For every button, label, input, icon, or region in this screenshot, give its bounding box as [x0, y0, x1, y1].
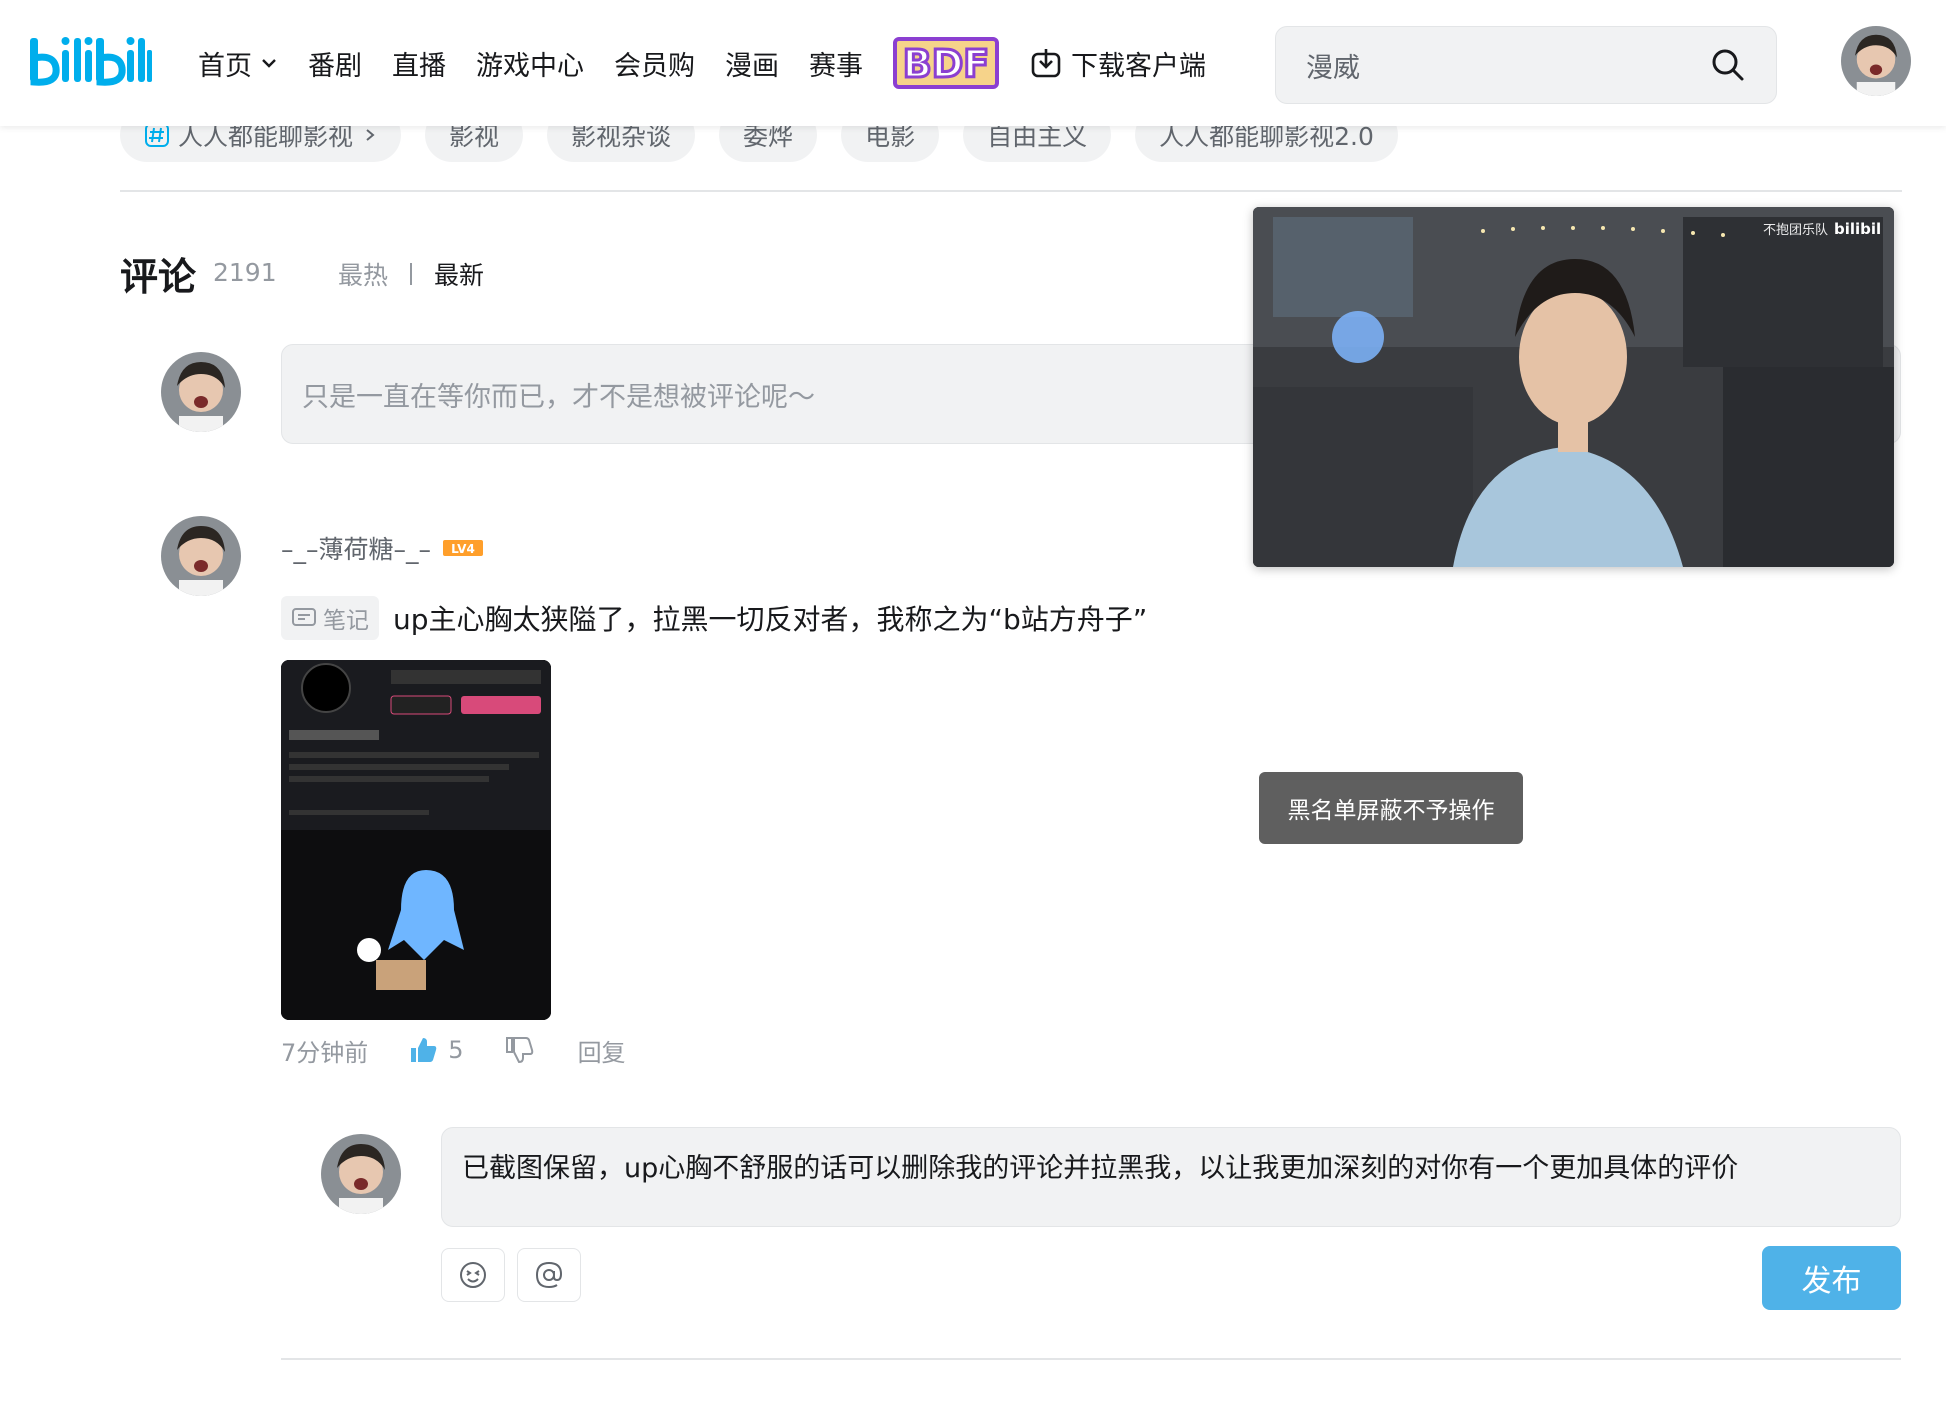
top-header: 首页 番剧 直播 游戏中心 会员购 漫画 赛事 BDF 下载客户端 漫威: [0, 0, 1946, 126]
avatar-image: [161, 516, 241, 596]
nav-item-home[interactable]: 首页: [198, 44, 278, 83]
search-icon[interactable]: [1710, 47, 1746, 83]
mention-button[interactable]: [517, 1248, 581, 1302]
username-text: –_–薄荷糖–_–: [281, 535, 432, 564]
chevron-right-icon: [366, 129, 375, 141]
nav-item-live[interactable]: 直播: [392, 44, 446, 83]
comment-screenshot: [281, 660, 551, 1020]
comments-title: 评论: [120, 255, 197, 299]
reply-input[interactable]: 已截图保留，up心胸不舒服的话可以删除我的评论并拉黑我，以让我更加深刻的对你有一…: [441, 1127, 1901, 1227]
video-watermark: 不抱团乐队 bilibili: [1763, 217, 1882, 239]
comment-divider: [281, 1358, 1901, 1360]
level-badge: LV4: [443, 540, 484, 556]
nav-item-mall[interactable]: 会员购: [614, 44, 695, 83]
download-icon: [1031, 49, 1061, 78]
mini-video-player[interactable]: 不抱团乐队 bilibili: [1253, 207, 1894, 567]
emoji-button[interactable]: [441, 1248, 505, 1302]
publish-button[interactable]: 发布: [1762, 1246, 1901, 1310]
download-label: 下载客户端: [1071, 50, 1206, 82]
dislike-button[interactable]: [504, 1035, 534, 1065]
reply-avatar: [321, 1134, 401, 1214]
like-count: 5: [448, 1036, 464, 1064]
search-input[interactable]: 漫威: [1306, 46, 1710, 85]
comment-time: 7分钟前: [281, 1038, 369, 1067]
bdf-badge-text: BDF: [903, 42, 989, 86]
emoji-icon: [460, 1262, 486, 1288]
comment-username[interactable]: –_–薄荷糖–_– LV4: [281, 530, 484, 566]
note-tag[interactable]: 笔记: [281, 596, 379, 640]
comment-content: 笔记 up主心胸太狭隘了，拉黑一切反对者，我称之为“b站方舟子”: [281, 596, 1147, 640]
section-divider: [120, 190, 1902, 192]
comment-input-placeholder: 只是一直在等你而已，才不是想被评论呢～: [302, 381, 815, 413]
at-mention-icon: [535, 1261, 563, 1289]
comment-text: up主心胸太狭隘了，拉黑一切反对者，我称之为“b站方舟子”: [393, 603, 1148, 636]
chevron-down-icon: [262, 59, 276, 68]
main-nav: 首页 番剧 直播 游戏中心 会员购 漫画 赛事 BDF 下载客户端: [198, 0, 1206, 126]
nav-item-label: 首页: [198, 50, 252, 82]
sort-hot-tab[interactable]: 最热: [338, 256, 388, 292]
avatar-image: [1841, 26, 1911, 96]
nav-item-anime[interactable]: 番剧: [308, 44, 362, 83]
avatar-image: [161, 352, 241, 432]
watermark-logo: bilibili: [1834, 220, 1882, 238]
nav-item-manga[interactable]: 漫画: [725, 44, 779, 83]
comment-sort: 最热 最新: [338, 256, 484, 292]
nav-item-game-center[interactable]: 游戏中心: [476, 44, 584, 83]
watermark-text: 不抱团乐队: [1762, 222, 1828, 238]
video-frame: [1253, 207, 1894, 567]
bilibili-logo[interactable]: [26, 28, 152, 94]
watermark-logo-text: bilibili: [1834, 220, 1882, 238]
my-avatar: [161, 352, 241, 432]
comment-image[interactable]: [281, 660, 551, 1020]
search-box[interactable]: 漫威: [1275, 26, 1777, 104]
thumbs-up-icon: [411, 1038, 437, 1062]
avatar-image: [321, 1134, 401, 1214]
toast-message: 黑名单屏蔽不予操作: [1259, 772, 1523, 844]
comment-meta: 7分钟前 5 回复: [281, 1030, 626, 1070]
note-tag-label: 笔记: [323, 608, 369, 634]
level-text: LV4: [451, 542, 475, 556]
sort-separator: [410, 263, 413, 285]
comments-count: 2191: [213, 258, 277, 287]
note-icon: [292, 608, 316, 626]
reply-button[interactable]: 回复: [578, 1033, 626, 1068]
nav-item-esports[interactable]: 赛事: [809, 44, 863, 83]
sort-new-tab[interactable]: 最新: [434, 256, 484, 292]
bdf-event-badge[interactable]: BDF: [893, 37, 999, 89]
thumbs-down-icon: [505, 1037, 533, 1064]
download-client-button[interactable]: 下载客户端: [1029, 44, 1206, 83]
user-avatar[interactable]: [1841, 26, 1911, 96]
commenter-avatar[interactable]: [161, 516, 241, 596]
like-button[interactable]: 5: [408, 1035, 464, 1065]
